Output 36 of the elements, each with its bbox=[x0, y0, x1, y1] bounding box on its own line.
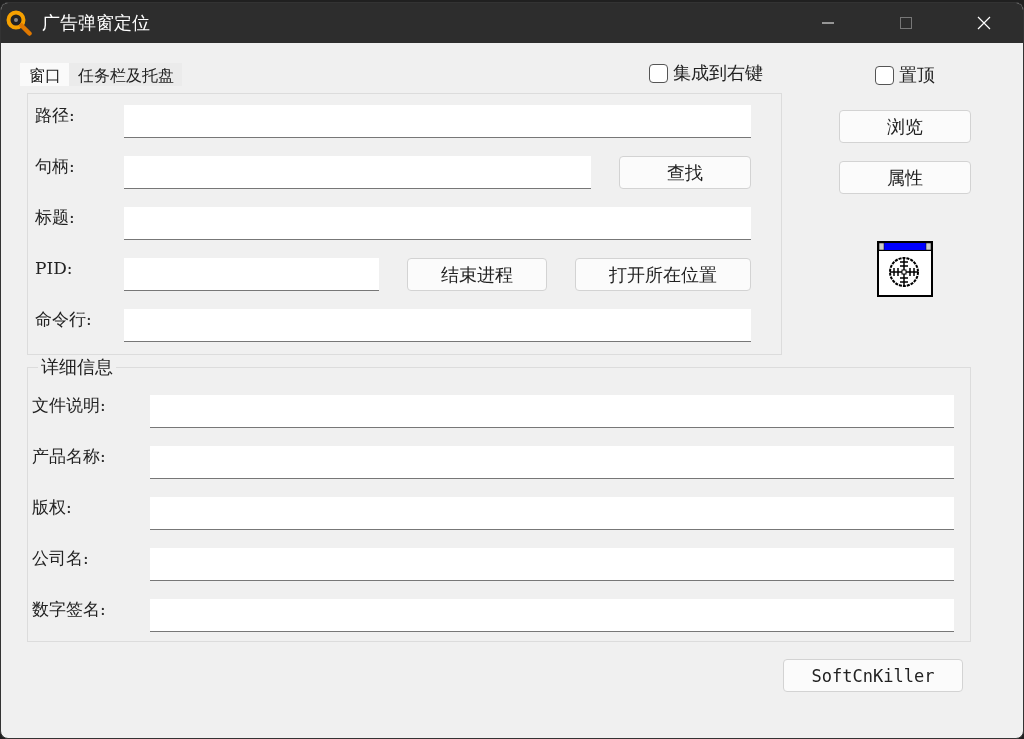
action-button[interactable]: 打开所在位置 bbox=[575, 258, 751, 291]
field-label: 路径: bbox=[35, 105, 76, 125]
input-field[interactable] bbox=[150, 548, 954, 581]
field-label: 标题: bbox=[35, 207, 76, 227]
input-field[interactable] bbox=[150, 395, 954, 428]
window-crosshair-icon[interactable] bbox=[877, 241, 933, 297]
input-field[interactable] bbox=[124, 156, 591, 189]
field-label: 文件说明: bbox=[32, 395, 107, 415]
input-field[interactable] bbox=[150, 599, 954, 632]
checkbox[interactable]: 置顶 bbox=[875, 63, 935, 87]
field-label: 版权: bbox=[32, 497, 73, 517]
close-icon[interactable] bbox=[977, 16, 991, 30]
field-label: 数字签名: bbox=[32, 599, 107, 619]
window-title: 广告弹窗定位 bbox=[42, 11, 151, 35]
field-label: 公司名: bbox=[32, 548, 90, 568]
field-label: PID: bbox=[35, 258, 74, 278]
action-button[interactable]: 浏览 bbox=[839, 110, 971, 143]
input-field[interactable] bbox=[124, 105, 751, 138]
maximize-icon[interactable] bbox=[899, 16, 913, 30]
field-label: 产品名称: bbox=[32, 446, 107, 466]
input-field[interactable] bbox=[150, 446, 954, 479]
checkbox[interactable]: 集成到右键 bbox=[649, 61, 763, 85]
group-title: 详细信息 bbox=[38, 356, 116, 378]
input-field[interactable] bbox=[124, 207, 751, 240]
field-label: 句柄: bbox=[35, 156, 76, 176]
action-button[interactable]: 查找 bbox=[619, 156, 751, 189]
action-button[interactable]: 属性 bbox=[839, 161, 971, 194]
input-field[interactable] bbox=[124, 309, 751, 342]
tab[interactable]: 任务栏及托盘 bbox=[69, 63, 182, 86]
tab[interactable]: 窗口 bbox=[20, 63, 69, 86]
input-field[interactable] bbox=[124, 258, 379, 291]
softcnkiller-button[interactable]: SoftCnKiller bbox=[783, 659, 963, 692]
field-label: 命令行: bbox=[35, 309, 93, 329]
input-field[interactable] bbox=[150, 497, 954, 530]
magnifier-icon bbox=[6, 10, 32, 36]
action-button[interactable]: 结束进程 bbox=[407, 258, 547, 291]
